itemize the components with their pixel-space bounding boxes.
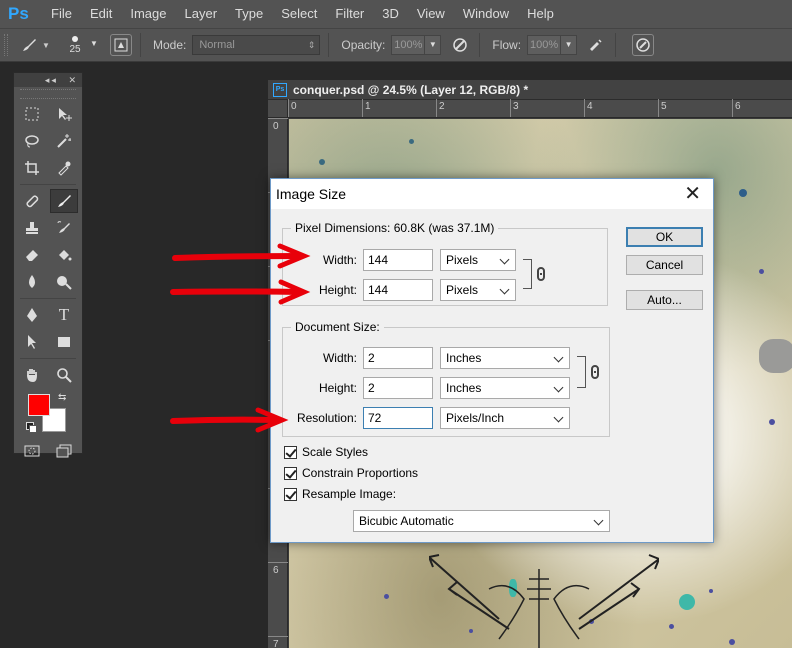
annotation-arrow-width <box>172 243 311 269</box>
annotation-arrows <box>170 243 311 433</box>
photoshop-window: Ps File Edit Image Layer Type Select Fil… <box>0 0 792 648</box>
annotation-arrow-resolution <box>170 407 289 433</box>
annotation-arrow-height <box>170 279 311 305</box>
foreground-color-swatch[interactable] <box>28 394 50 416</box>
